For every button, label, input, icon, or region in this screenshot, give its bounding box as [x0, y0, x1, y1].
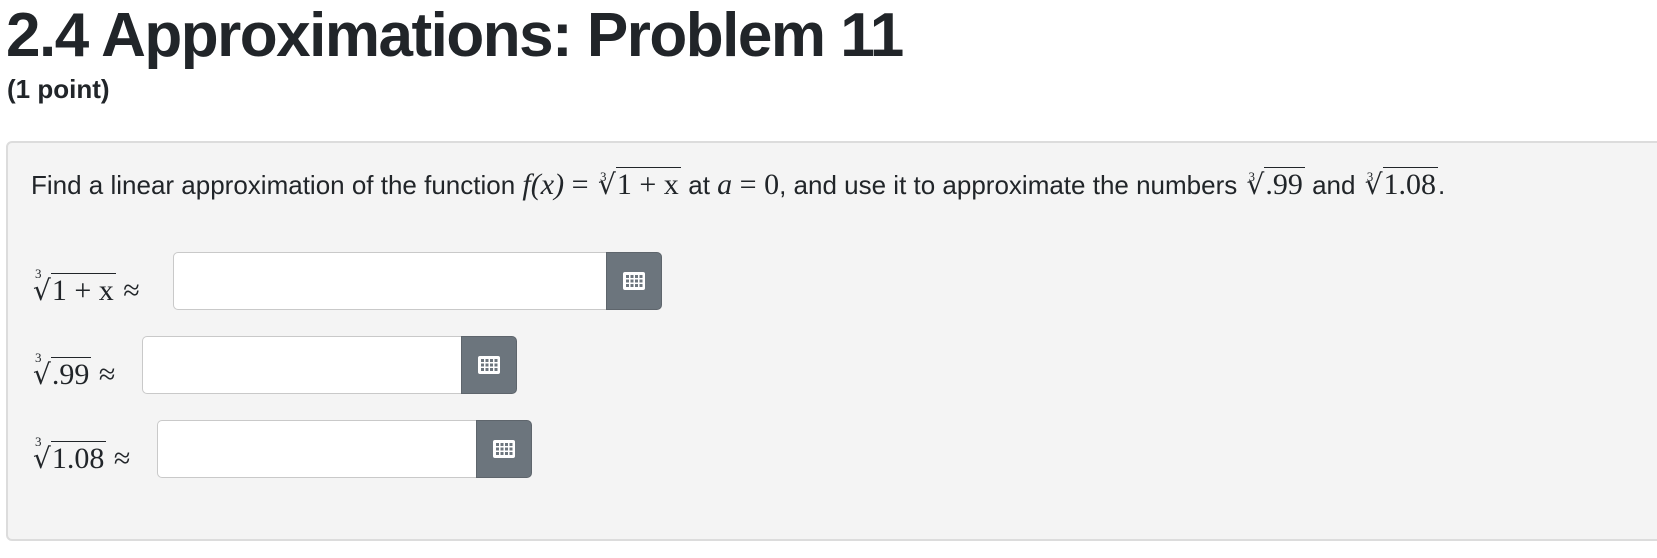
- prompt-text-at: at: [688, 170, 710, 200]
- root-index: 3: [35, 266, 42, 281]
- answer-row-2: 3 √.99 ≈: [31, 336, 531, 394]
- keypad-button-2[interactable]: [461, 336, 517, 394]
- answer-input-1[interactable]: [173, 252, 607, 310]
- number-1-radicand: .99: [1264, 167, 1305, 201]
- root-index: 3: [1248, 169, 1255, 184]
- cube-root-function: 3 √1 + x: [596, 167, 681, 203]
- page-title: 2.4 Approximations: Problem 11: [6, 1, 904, 70]
- keypad-icon: [478, 356, 500, 374]
- problem-points: (1 point): [7, 74, 110, 104]
- answer-3-root: 3 √1.08: [31, 434, 107, 476]
- approx-symbol: ≈: [113, 442, 131, 475]
- keypad-icon: [623, 272, 645, 290]
- root-index: 3: [35, 350, 42, 365]
- page: 2.4 Approximations: Problem 11 (1 point)…: [0, 0, 1657, 558]
- approx-symbol: ≈: [98, 358, 116, 391]
- root-index: 3: [1366, 169, 1374, 184]
- keypad-button-3[interactable]: [476, 420, 532, 478]
- function-lhs: f(x): [522, 168, 565, 201]
- answer-label-3: 3 √1.08 ≈: [31, 434, 131, 476]
- approx-symbol: ≈: [123, 274, 140, 307]
- function-radicand: 1 + x: [615, 167, 681, 201]
- answer-label-1: 3 √1 + x ≈: [31, 266, 140, 308]
- point-var: a: [717, 168, 733, 201]
- answer-row-3: 3 √1.08 ≈: [31, 420, 551, 478]
- answer-input-3[interactable]: [157, 420, 477, 478]
- point-value: 0: [764, 168, 780, 201]
- answer-row-1: 3 √1 + x ≈: [31, 252, 671, 310]
- prompt-text-end: .: [1438, 170, 1446, 200]
- number-2-radicand: 1.08: [1382, 167, 1439, 201]
- answer-input-2[interactable]: [142, 336, 462, 394]
- answer-1-radicand: 1 + x: [50, 273, 116, 307]
- point-expression: a = 0: [717, 168, 780, 201]
- answer-label-2: 3 √.99 ≈: [31, 350, 116, 392]
- function-expression: f(x) = 3 √1 + x: [522, 167, 688, 203]
- cube-root-number-1: 3 √.99: [1244, 167, 1305, 203]
- answer-2-root: 3 √.99: [31, 350, 92, 392]
- keypad-button-1[interactable]: [606, 252, 662, 310]
- problem-statement: Find a linear approximation of the funct…: [31, 167, 1445, 203]
- prompt-text-start: Find a linear approximation of the funct…: [31, 170, 516, 200]
- prompt-text-and: and: [1312, 170, 1356, 200]
- answer-2-radicand: .99: [50, 357, 92, 391]
- root-index: 3: [35, 434, 42, 449]
- cube-root-number-2: 3 √1.08: [1363, 167, 1439, 203]
- answer-1-root: 3 √1 + x: [31, 266, 116, 308]
- root-index: 3: [599, 169, 607, 184]
- answer-3-radicand: 1.08: [50, 441, 107, 475]
- prompt-text-middle: , and use it to approximate the numbers: [779, 170, 1238, 200]
- keypad-icon: [493, 440, 515, 458]
